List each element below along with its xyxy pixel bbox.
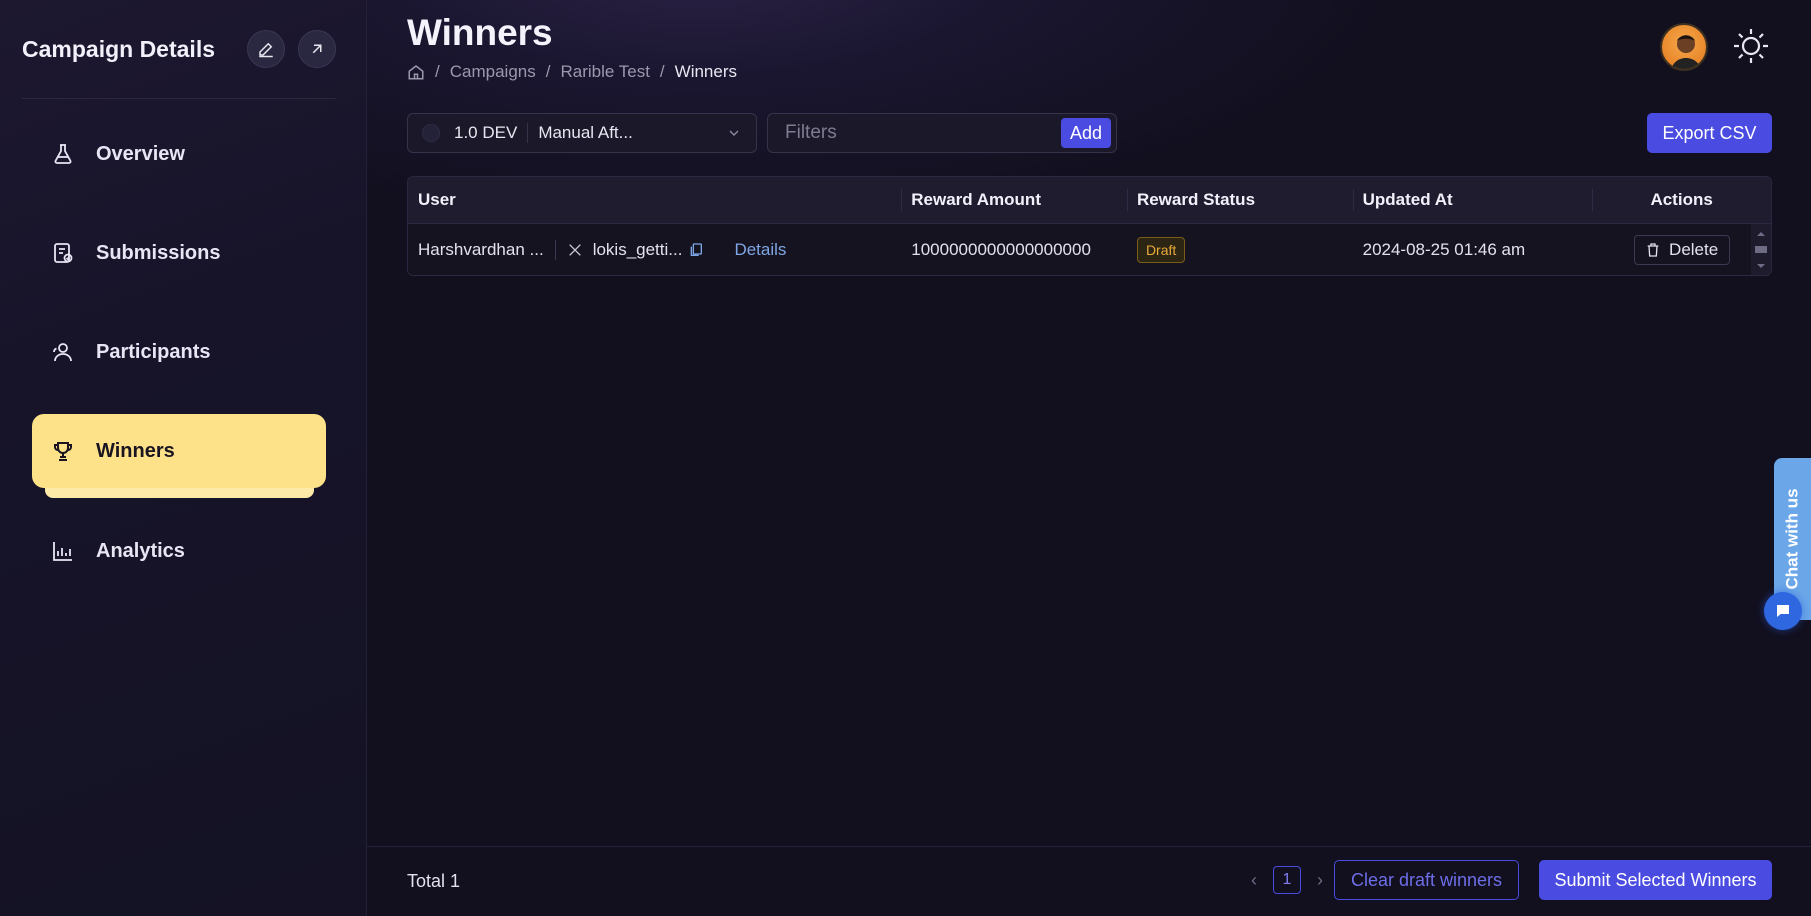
breadcrumb-campaigns[interactable]: Campaigns: [450, 62, 536, 82]
clipboard-check-icon: [50, 240, 76, 266]
footer-divider: [367, 846, 1811, 847]
sidebar-item-winners[interactable]: Winners: [32, 414, 326, 488]
status-badge: Draft: [1136, 237, 1186, 263]
column-header-reward-amount[interactable]: Reward Amount: [901, 177, 1127, 223]
sidebar-item-label: Winners: [96, 439, 175, 462]
table-scrollbar[interactable]: [1751, 224, 1771, 275]
prev-page-icon[interactable]: ‹: [1245, 870, 1263, 891]
submit-selected-winners-button[interactable]: Submit Selected Winners: [1539, 860, 1772, 900]
page-number[interactable]: 1: [1273, 866, 1301, 894]
avatar[interactable]: [1660, 23, 1708, 71]
user-name: Harshvardhan ...: [418, 240, 544, 259]
clear-draft-winners-button[interactable]: Clear draft winners: [1334, 860, 1519, 900]
sidebar-item-label: Submissions: [96, 241, 221, 264]
cell-reward-status: Draft: [1127, 224, 1353, 275]
sidebar-item-submissions[interactable]: Submissions: [32, 216, 326, 290]
breadcrumb-current: Winners: [674, 62, 738, 81]
x-logo-icon: [568, 244, 581, 256]
campaign-version-select[interactable]: 1.0 DEV Manual Aft...: [407, 113, 757, 153]
breadcrumb: / Campaigns / Rarible Test / Winners: [407, 62, 737, 82]
sidebar-item-participants[interactable]: Participants: [32, 315, 326, 389]
add-filter-button[interactable]: Add: [1061, 118, 1111, 148]
column-header-actions: Actions: [1592, 177, 1771, 223]
pagination: ‹ 1 ›: [1245, 866, 1329, 894]
breadcrumb-campaign[interactable]: Rarible Test: [560, 62, 649, 82]
sidebar-item-label: Overview: [96, 142, 185, 165]
user-handle: lokis_getti...: [592, 240, 683, 259]
sidebar-title: Campaign Details: [22, 35, 215, 62]
filters-field: Add: [767, 113, 1117, 153]
breadcrumb-separator: /: [545, 62, 551, 81]
copy-icon[interactable]: [688, 241, 704, 259]
export-csv-button[interactable]: Export CSV: [1647, 113, 1772, 153]
sidebar-divider: [22, 98, 336, 99]
cell-reward-amount: 1000000000000000000: [911, 240, 1091, 259]
chat-bubble-button[interactable]: [1764, 592, 1802, 630]
sidebar-item-overview[interactable]: Overview: [32, 117, 326, 191]
breadcrumb-separator: /: [435, 62, 440, 81]
sidebar: Campaign Details Overview Submissions Pa…: [0, 0, 367, 916]
chevron-down-icon: [729, 130, 739, 136]
page-title: Winners: [407, 12, 553, 53]
sidebar-header: Campaign Details: [22, 26, 336, 72]
next-page-icon[interactable]: ›: [1311, 870, 1329, 891]
main-content: Winners / Campaigns / Rarible Test / Win…: [367, 0, 1811, 916]
chat-label: Chat with us: [1782, 488, 1802, 590]
edit-campaign-button[interactable]: [247, 30, 285, 68]
flask-icon: [50, 141, 76, 167]
breadcrumb-separator: /: [659, 62, 665, 81]
trophy-icon: [50, 438, 76, 464]
arrow-up-right-icon: [312, 44, 322, 54]
table-row[interactable]: Harshvardhan ... lokis_getti... Details …: [408, 224, 1771, 275]
column-header-updated-at[interactable]: Updated At: [1352, 177, 1593, 223]
mode-label: Manual Aft...: [538, 123, 633, 142]
delete-label: Delete: [1669, 240, 1719, 259]
open-external-button[interactable]: [298, 30, 336, 68]
column-header-reward-status[interactable]: Reward Status: [1126, 177, 1353, 223]
pencil-icon: [259, 42, 273, 58]
version-label: 1.0 DEV: [454, 123, 529, 143]
sidebar-item-label: Participants: [96, 340, 211, 363]
cell-user: Harshvardhan ... lokis_getti... Details: [408, 224, 901, 275]
filters-input[interactable]: [768, 122, 1061, 144]
sidebar-item-analytics[interactable]: Analytics: [32, 514, 326, 588]
sun-icon[interactable]: [1731, 26, 1771, 66]
cell-updated-at: 2024-08-25 01:46 am: [1362, 240, 1526, 259]
divider: [554, 240, 556, 260]
cell-actions: Delete: [1592, 224, 1771, 275]
chat-icon: [1777, 605, 1789, 617]
column-header-user[interactable]: User: [408, 177, 901, 223]
users-icon: [50, 339, 76, 365]
sidebar-item-label: Analytics: [96, 539, 185, 562]
table-header: User Reward Amount Reward Status Updated…: [408, 177, 1771, 224]
total-count: Total 1: [407, 871, 461, 891]
bar-chart-icon: [50, 538, 76, 564]
details-link[interactable]: Details: [734, 240, 786, 260]
delete-button[interactable]: Delete: [1633, 235, 1730, 265]
status-dot: [422, 124, 440, 142]
winners-table: User Reward Amount Reward Status Updated…: [407, 176, 1772, 276]
trash-icon: [1647, 243, 1659, 257]
home-icon[interactable]: [407, 63, 425, 81]
